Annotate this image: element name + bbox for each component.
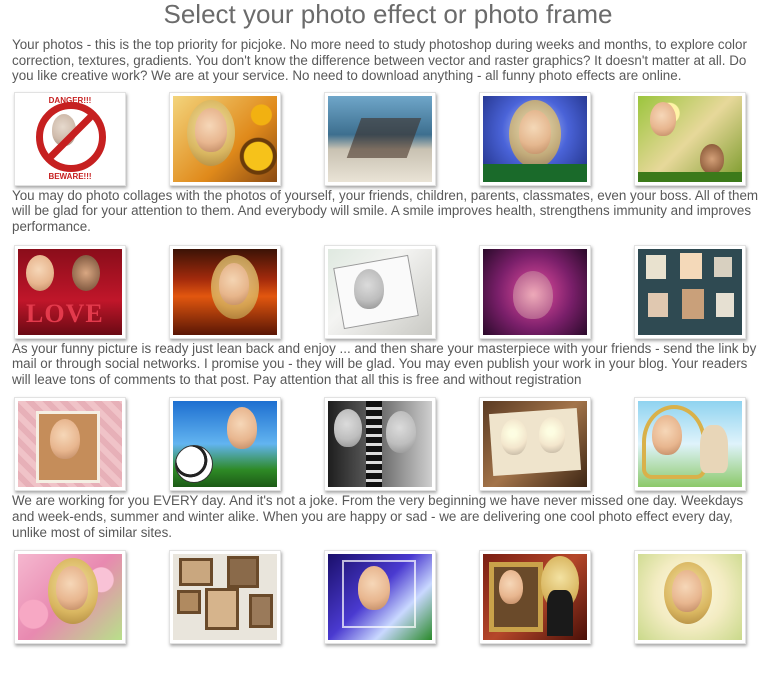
effect-thumbnail-autumn-forest[interactable] — [169, 244, 281, 339]
sketchbook-image — [483, 401, 587, 488]
effect-thumbnail-cream-floral[interactable] — [634, 550, 746, 645]
effects-row-4 — [0, 550, 776, 650]
effects-row-2: LOVE — [0, 244, 776, 345]
beach-image — [328, 95, 432, 182]
effect-thumbnail-love-hearts[interactable]: LOVE — [14, 244, 126, 339]
effect-thumbnail-sunflowers[interactable] — [169, 91, 281, 186]
page-title: Select your photo effect or photo frame — [163, 0, 613, 29]
collage-paragraph: You may do photo collages with the photo… — [12, 187, 759, 234]
effect-thumbnail-danger[interactable]: DANGER!!! BEWARE!!! — [14, 91, 126, 186]
blue-light-image — [328, 554, 432, 641]
vines-image — [638, 95, 742, 182]
effect-thumbnail-film-strip[interactable] — [324, 397, 436, 492]
effect-thumbnail-beach[interactable] — [324, 91, 436, 186]
autumn-forest-image — [173, 248, 277, 335]
effect-thumbnail-sketchbook[interactable] — [479, 397, 591, 492]
prohibition-sign-icon — [36, 101, 106, 172]
effect-thumbnail-vines[interactable] — [634, 91, 746, 186]
effect-thumbnail-wall-frames[interactable] — [169, 550, 281, 645]
effect-thumbnail-pink-flowers[interactable] — [14, 550, 126, 645]
share-paragraph: As your funny picture is ready just lean… — [12, 340, 757, 387]
love-label: LOVE — [26, 298, 104, 328]
effect-thumbnail-blue-glow[interactable] — [479, 91, 591, 186]
effect-thumbnail-pencil-sketch[interactable] — [324, 244, 436, 339]
intro-paragraph: Your photos - this is the top priority f… — [12, 37, 747, 84]
beware-label: BEWARE!!! — [48, 171, 92, 181]
page: Select your photo effect or photo frame … — [0, 0, 776, 689]
tshirt-print-image — [483, 248, 587, 335]
fairytale-image — [638, 401, 742, 488]
effect-thumbnail-vintage-frame[interactable] — [479, 550, 591, 645]
danger-sign-image: DANGER!!! BEWARE!!! — [18, 95, 122, 182]
effect-thumbnail-shelf-frames[interactable] — [634, 244, 746, 339]
effects-row-3 — [0, 397, 776, 497]
effect-thumbnail-fairytale[interactable] — [634, 397, 746, 492]
film-strip-image — [328, 401, 432, 488]
shelf-frames-image — [638, 248, 742, 335]
effect-thumbnail-soccer[interactable] — [169, 397, 281, 492]
effect-thumbnail-blue-light[interactable] — [324, 550, 436, 645]
effect-thumbnail-scrapbook[interactable] — [14, 397, 126, 492]
pink-flowers-image — [18, 554, 122, 641]
blue-glow-image — [483, 95, 587, 182]
pencil-sketch-image — [328, 248, 432, 335]
soccer-image — [173, 401, 277, 488]
effect-thumbnail-tshirt-print[interactable] — [479, 244, 591, 339]
effects-row-1: DANGER!!! BEWARE!!! — [0, 91, 776, 192]
daily-paragraph: We are working for you EVERY day. And it… — [12, 493, 744, 540]
vintage-frame-image — [483, 554, 587, 641]
love-hearts-image: LOVE — [18, 248, 122, 335]
wall-frames-image — [173, 554, 277, 641]
sunflowers-image — [173, 95, 277, 182]
cream-floral-image — [638, 554, 742, 641]
scrapbook-image — [18, 401, 122, 488]
